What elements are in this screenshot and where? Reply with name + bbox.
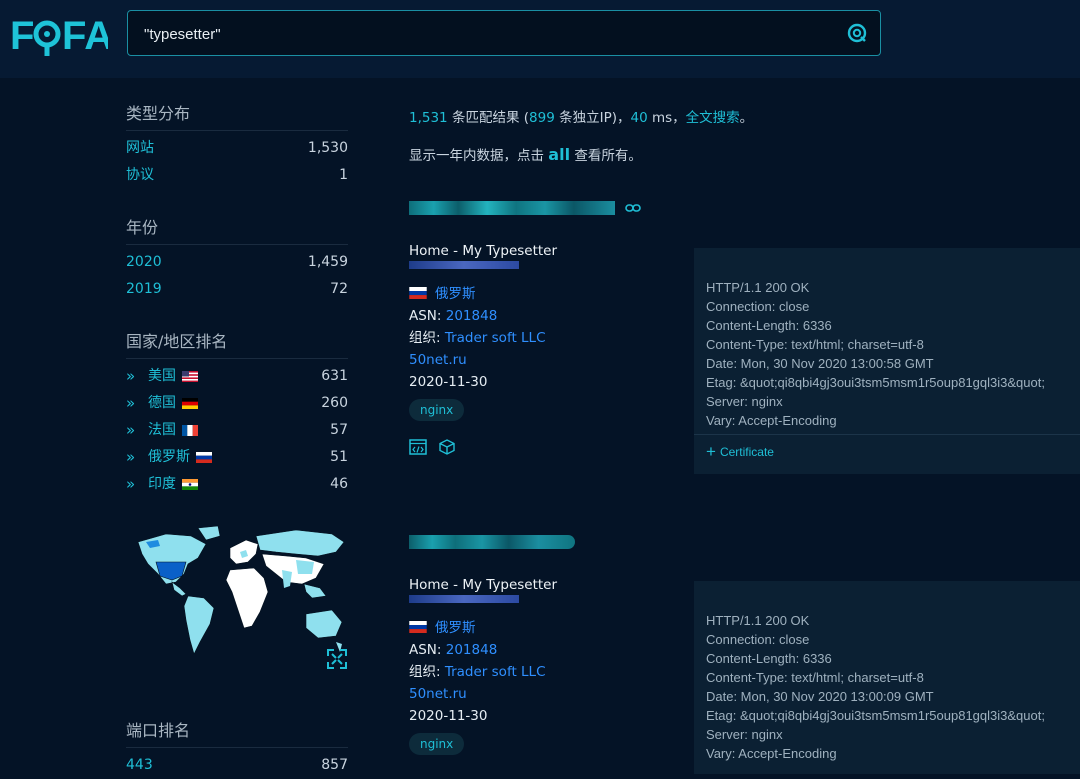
search-input[interactable]: [142, 11, 836, 57]
in-flag-icon: [182, 479, 198, 490]
world-map[interactable]: [136, 522, 348, 672]
ru-flag-icon: [409, 287, 427, 299]
result-card: Home - My Typesetter 俄罗斯 ASN: 201848 组织:…: [409, 535, 699, 755]
de-flag-icon: [182, 398, 198, 409]
host-link[interactable]: [409, 535, 699, 549]
ru-flag-icon: [196, 452, 212, 463]
fr-flag-icon: [182, 425, 198, 436]
all-link[interactable]: all: [548, 145, 570, 164]
plus-icon: +: [706, 442, 716, 461]
country-ranking: 国家/地区排名 » 美国 631 » 德国 260 » 法国 57 » 俄罗斯 51 »…: [126, 330, 348, 498]
top-bar: F FA: [0, 0, 1080, 78]
time-range-note: 显示一年内数据，点击 all 查看所有。: [409, 145, 642, 164]
type-distribution: 类型分布 网站 1,530 协议 1: [126, 102, 348, 189]
country-link[interactable]: 俄罗斯: [435, 620, 476, 636]
year-item-2020[interactable]: 2020 1,459: [126, 249, 348, 276]
host-link[interactable]: [409, 201, 699, 215]
country-item-russia[interactable]: » 俄罗斯 51: [126, 444, 348, 471]
asn-line: ASN: 201848: [409, 308, 498, 324]
org-line: 组织: Trader soft LLC: [409, 664, 546, 680]
year-item-2019[interactable]: 2019 72: [126, 276, 348, 303]
result-card: Home - My Typesetter 俄罗斯 ASN: 201848 组织:…: [409, 201, 699, 455]
ip-link[interactable]: [409, 595, 519, 603]
country-link[interactable]: 俄罗斯: [435, 286, 476, 302]
country-item-france[interactable]: » 法国 57: [126, 417, 348, 444]
certificate-toggle[interactable]: + Certificate: [694, 434, 1080, 469]
asn-link[interactable]: 201848: [446, 308, 498, 324]
asn-link[interactable]: 201848: [446, 642, 498, 658]
http-headers-panel: HTTP/1.1 200 OK Connection: close Conten…: [694, 248, 1080, 474]
section-title: 端口排名: [126, 719, 348, 748]
svg-text:F: F: [10, 14, 34, 56]
country-item-germany[interactable]: » 德国 260: [126, 390, 348, 417]
country-line: 俄罗斯: [409, 617, 699, 639]
org-link[interactable]: Trader soft LLC: [445, 330, 546, 346]
tag-nginx[interactable]: nginx: [409, 733, 465, 755]
chevron-right-icon: »: [126, 421, 135, 439]
tag-nginx[interactable]: nginx: [409, 399, 465, 421]
header-text: HTTP/1.1 200 OK Connection: close Conten…: [706, 613, 1045, 761]
logo-graphic: F FA: [10, 14, 108, 56]
http-headers-panel: HTTP/1.1 200 OK Connection: close Conten…: [694, 581, 1080, 774]
country-line: 俄罗斯: [409, 283, 699, 305]
type-item-protocol[interactable]: 协议 1: [126, 162, 348, 189]
chevron-right-icon: »: [126, 367, 135, 385]
type-item-website[interactable]: 网站 1,530: [126, 135, 348, 162]
fulltext-search-link[interactable]: 全文搜索: [686, 110, 740, 126]
chevron-right-icon: »: [126, 394, 135, 412]
link-icon[interactable]: [625, 203, 641, 213]
search-box: [127, 10, 881, 57]
search-icon[interactable]: [846, 22, 868, 44]
chevron-right-icon: »: [126, 475, 135, 493]
domain-link[interactable]: 50net.ru: [409, 683, 699, 705]
section-title: 国家/地区排名: [126, 330, 348, 359]
section-title: 类型分布: [126, 102, 348, 131]
chevron-right-icon: »: [126, 448, 135, 466]
header-text: HTTP/1.1 200 OK Connection: close Conten…: [706, 280, 1045, 428]
cube-icon[interactable]: [439, 439, 455, 455]
ru-flag-icon: [409, 621, 427, 633]
result-title: Home - My Typesetter: [409, 577, 558, 593]
svg-text:FA: FA: [62, 14, 108, 56]
org-link[interactable]: Trader soft LLC: [445, 664, 546, 680]
ip-link[interactable]: [409, 261, 519, 269]
result-title: Home - My Typesetter: [409, 243, 558, 259]
expand-icon[interactable]: [327, 649, 347, 669]
port-item-443[interactable]: 443 857: [126, 752, 348, 779]
port-ranking: 端口排名 443 857: [126, 719, 348, 779]
fofa-logo[interactable]: F FA: [10, 14, 108, 56]
domain-link[interactable]: 50net.ru: [409, 349, 699, 371]
country-item-india[interactable]: » 印度 46: [126, 471, 348, 498]
section-title: 年份: [126, 216, 348, 245]
country-item-usa[interactable]: » 美国 631: [126, 363, 348, 390]
result-summary: 1,531 条匹配结果 (899 条独立IP)，40 ms，全文搜索。: [409, 110, 754, 126]
us-flag-icon: [182, 371, 198, 382]
year-distribution: 年份 2020 1,459 2019 72: [126, 216, 348, 303]
date: 2020-11-30: [409, 374, 488, 390]
asn-line: ASN: 201848: [409, 642, 498, 658]
org-line: 组织: Trader soft LLC: [409, 330, 546, 346]
date: 2020-11-30: [409, 708, 488, 724]
code-icon[interactable]: [409, 439, 427, 455]
